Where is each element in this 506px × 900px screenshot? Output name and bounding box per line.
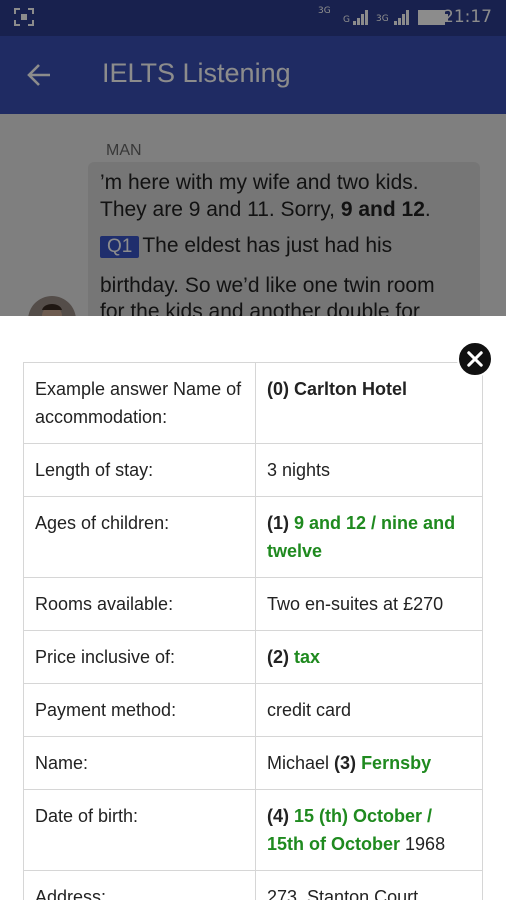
answer-text: Fernsby (361, 753, 432, 773)
answer-suffix: 1968 (405, 834, 446, 854)
row-value: Two en-suites at £270 (255, 577, 483, 631)
row-label: Price inclusive of: (23, 630, 256, 684)
question-number: (0) (267, 379, 289, 399)
row-value: (2) tax (255, 630, 483, 684)
answer-text: tax (294, 647, 321, 667)
answer-prefix: Michael (267, 753, 330, 773)
answer-text: Carlton Hotel (294, 379, 408, 399)
question-number: (2) (267, 647, 289, 667)
table-row: Length of stay: 3 nights (23, 443, 483, 497)
row-label: Payment method: (23, 683, 256, 737)
row-value: 273, Stanton Court, (255, 870, 483, 900)
row-label: Name: (23, 736, 256, 790)
row-label: Address: (23, 870, 256, 900)
table-row: Payment method: credit card (23, 683, 483, 737)
row-value: 3 nights (255, 443, 483, 497)
table-row: Rooms available: Two en-suites at £270 (23, 577, 483, 631)
answer-text: 9 and 12 / nine and twelve (267, 513, 456, 561)
row-value: credit card (255, 683, 483, 737)
modal-scrim[interactable] (0, 0, 506, 316)
table-row: Ages of children: (1) 9 and 12 / nine an… (23, 496, 483, 578)
table-row: Name: Michael (3) Fernsby (23, 736, 483, 790)
row-label: Date of birth: (23, 789, 256, 871)
answer-table: Example answer Name of accommodation: (0… (23, 362, 483, 900)
close-icon[interactable] (457, 341, 493, 377)
row-label: Ages of children: (23, 496, 256, 578)
row-label: Rooms available: (23, 577, 256, 631)
table-row: Date of birth: (4) 15 (th) October / 15t… (23, 789, 483, 871)
table-row: Example answer Name of accommodation: (0… (23, 362, 483, 444)
row-value: (0) Carlton Hotel (255, 362, 483, 444)
table-row: Price inclusive of: (2) tax (23, 630, 483, 684)
row-label: Example answer Name of accommodation: (23, 362, 256, 444)
question-number: (3) (334, 753, 357, 773)
question-number: (4) (267, 806, 289, 826)
table-row: Address: 273, Stanton Court, (23, 870, 483, 900)
row-value: Michael (3) Fernsby (255, 736, 483, 790)
row-label: Length of stay: (23, 443, 256, 497)
row-value: (4) 15 (th) October / 15th of October 19… (255, 789, 483, 871)
row-value: (1) 9 and 12 / nine and twelve (255, 496, 483, 578)
question-number: (1) (267, 513, 289, 533)
